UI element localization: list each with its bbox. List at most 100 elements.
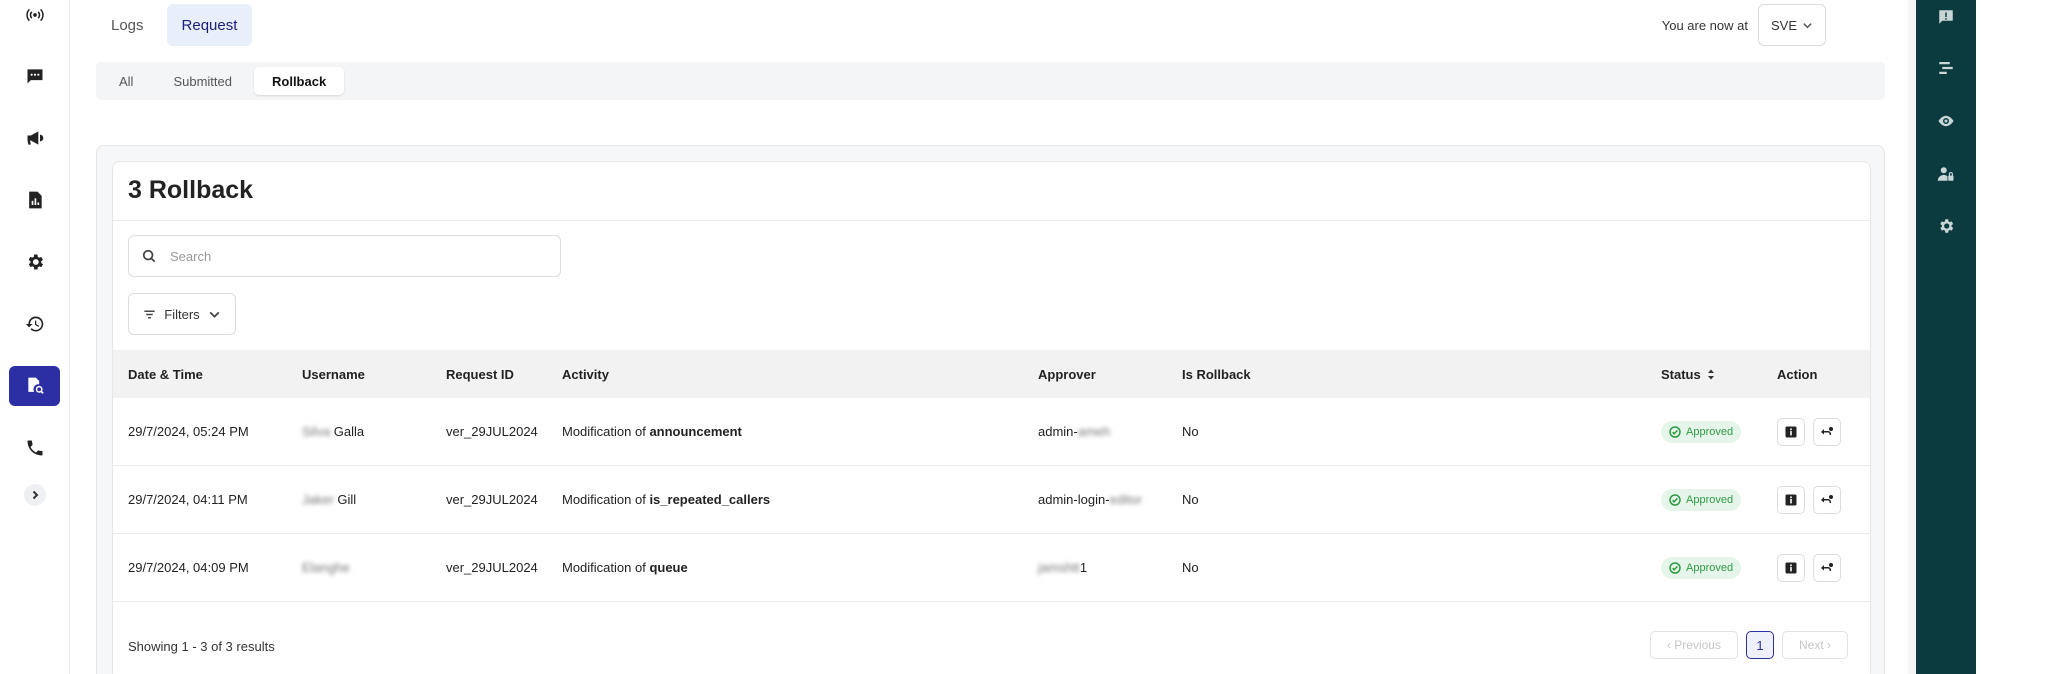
rollback-button[interactable]: [1813, 485, 1841, 514]
cell-action: [1777, 553, 1841, 582]
info-icon: [1785, 426, 1797, 437]
top-tabs: Logs Request: [96, 4, 253, 46]
cell-username: Elanghe: [302, 560, 350, 575]
redacted-text: Silva: [302, 424, 331, 439]
subtab-all[interactable]: All: [101, 67, 151, 95]
cell-status: Approved: [1661, 420, 1742, 443]
location-dropdown[interactable]: SVE: [1758, 4, 1826, 46]
rollback-button[interactable]: [1813, 417, 1841, 446]
location-label: You are now at: [1661, 17, 1748, 33]
cell-activity: Modification of is_repeated_callers: [562, 492, 770, 507]
redacted-text: editor: [1109, 492, 1143, 507]
activity-target: queue: [649, 560, 688, 575]
rollback-icon: [1821, 494, 1833, 503]
activity-target: is_repeated_callers: [649, 492, 771, 507]
header-status-label: Status: [1661, 366, 1701, 382]
page-1-button[interactable]: 1: [1745, 631, 1774, 659]
cell-request-id: ver_29JUL2024: [446, 424, 538, 439]
eye-icon[interactable]: [1936, 111, 1956, 131]
status-text: Approved: [1686, 493, 1734, 506]
rollback-button[interactable]: [1813, 553, 1841, 582]
tab-request[interactable]: Request: [166, 4, 253, 46]
broadcast-icon[interactable]: [9, 0, 60, 35]
cell-action: [1777, 485, 1841, 514]
search-box: [128, 235, 561, 277]
table-footer: Showing 1 - 3 of 3 results ‹ Previous 1 …: [113, 622, 1870, 672]
chevron-right-icon: [32, 490, 39, 500]
previous-page-button[interactable]: ‹ Previous: [1649, 631, 1738, 659]
filters-button[interactable]: Filters: [128, 293, 236, 335]
status-badge: Approved: [1661, 488, 1742, 511]
search-icon: [142, 249, 156, 263]
divider: [113, 220, 1870, 221]
align-icon[interactable]: [1936, 58, 1956, 78]
header-activity: Activity: [562, 366, 609, 382]
cell-date: 29/7/2024, 04:11 PM: [128, 492, 248, 507]
status-badge: Approved: [1661, 420, 1742, 443]
cell-action: [1777, 417, 1841, 446]
main-content: Logs Request You are now at SVE All Subm…: [70, 0, 1908, 674]
cell-approver: admin-login-editor: [1038, 492, 1142, 507]
history-icon[interactable]: [9, 304, 60, 344]
chat-icon[interactable]: [9, 56, 60, 96]
next-page-button[interactable]: Next ›: [1781, 631, 1848, 659]
report-icon[interactable]: [9, 180, 60, 220]
activity-prefix: Modification of: [562, 424, 650, 439]
username-text: Galla: [330, 424, 365, 439]
status-badge: Approved: [1661, 556, 1742, 579]
info-button[interactable]: [1777, 417, 1805, 446]
info-button[interactable]: [1777, 553, 1805, 582]
cell-activity: Modification of queue: [562, 560, 688, 575]
approver-text: 1: [1079, 560, 1088, 575]
tab-logs[interactable]: Logs: [96, 4, 159, 46]
cell-is-rollback: No: [1182, 560, 1199, 575]
request-audit-icon[interactable]: [9, 366, 60, 406]
header-request-id: Request ID: [446, 366, 514, 382]
chevron-down-icon: [1803, 22, 1812, 28]
phone-icon[interactable]: [9, 428, 60, 468]
cell-approver: admin-ameh: [1038, 424, 1110, 439]
table-row: 29/7/2024, 04:09 PM Elanghe ver_29JUL202…: [113, 534, 1870, 602]
left-sidebar: [0, 0, 70, 674]
location-selector: You are now at SVE: [1662, 4, 1826, 46]
filters-label: Filters: [164, 306, 200, 322]
megaphone-icon[interactable]: [9, 118, 60, 158]
page-title: 3 Rollback: [128, 176, 254, 204]
check-circle-icon: [1669, 561, 1681, 574]
rollback-table: Date & Time Username Request ID Activity…: [113, 350, 1870, 602]
subtab-rollback[interactable]: Rollback: [254, 67, 345, 95]
settings-icon[interactable]: [9, 242, 60, 282]
header-username: Username: [302, 366, 365, 382]
settings-icon[interactable]: [1936, 216, 1956, 236]
redacted-text: ameh: [1077, 424, 1111, 439]
cell-request-id: ver_29JUL2024: [446, 492, 538, 507]
redacted-text: Elanghe: [302, 560, 350, 575]
sub-tabs: All Submitted Rollback: [96, 62, 1885, 100]
cell-is-rollback: No: [1182, 492, 1199, 507]
feedback-icon[interactable]: [1936, 7, 1956, 27]
username-text: Gill: [333, 492, 357, 507]
approver-text: admin-: [1038, 424, 1078, 439]
redacted-text: Jaker: [302, 492, 334, 507]
search-input[interactable]: [170, 248, 530, 264]
info-icon: [1785, 494, 1797, 505]
header-status[interactable]: Status: [1661, 367, 1715, 382]
header-date: Date & Time: [128, 366, 203, 382]
info-button[interactable]: [1777, 485, 1805, 514]
cell-username: Silva Galla: [302, 424, 364, 439]
table-row: 29/7/2024, 04:11 PM Jaker Gill ver_29JUL…: [113, 466, 1870, 534]
cell-date: 29/7/2024, 04:09 PM: [128, 560, 249, 575]
rollback-icon: [1821, 426, 1833, 435]
cell-username: Jaker Gill: [302, 492, 356, 507]
content-panel: 3 Rollback Filters Date & Time Username …: [96, 145, 1885, 674]
user-lock-icon[interactable]: [1936, 164, 1956, 184]
subtab-submitted[interactable]: Submitted: [155, 67, 250, 95]
info-icon: [1785, 562, 1797, 573]
cell-status: Approved: [1661, 488, 1742, 511]
cell-request-id: ver_29JUL2024: [446, 560, 538, 575]
filter-icon: [144, 310, 155, 318]
check-circle-icon: [1669, 425, 1681, 438]
status-text: Approved: [1686, 561, 1734, 574]
sort-icon: [1707, 369, 1714, 379]
expand-sidebar-button[interactable]: [24, 484, 46, 506]
